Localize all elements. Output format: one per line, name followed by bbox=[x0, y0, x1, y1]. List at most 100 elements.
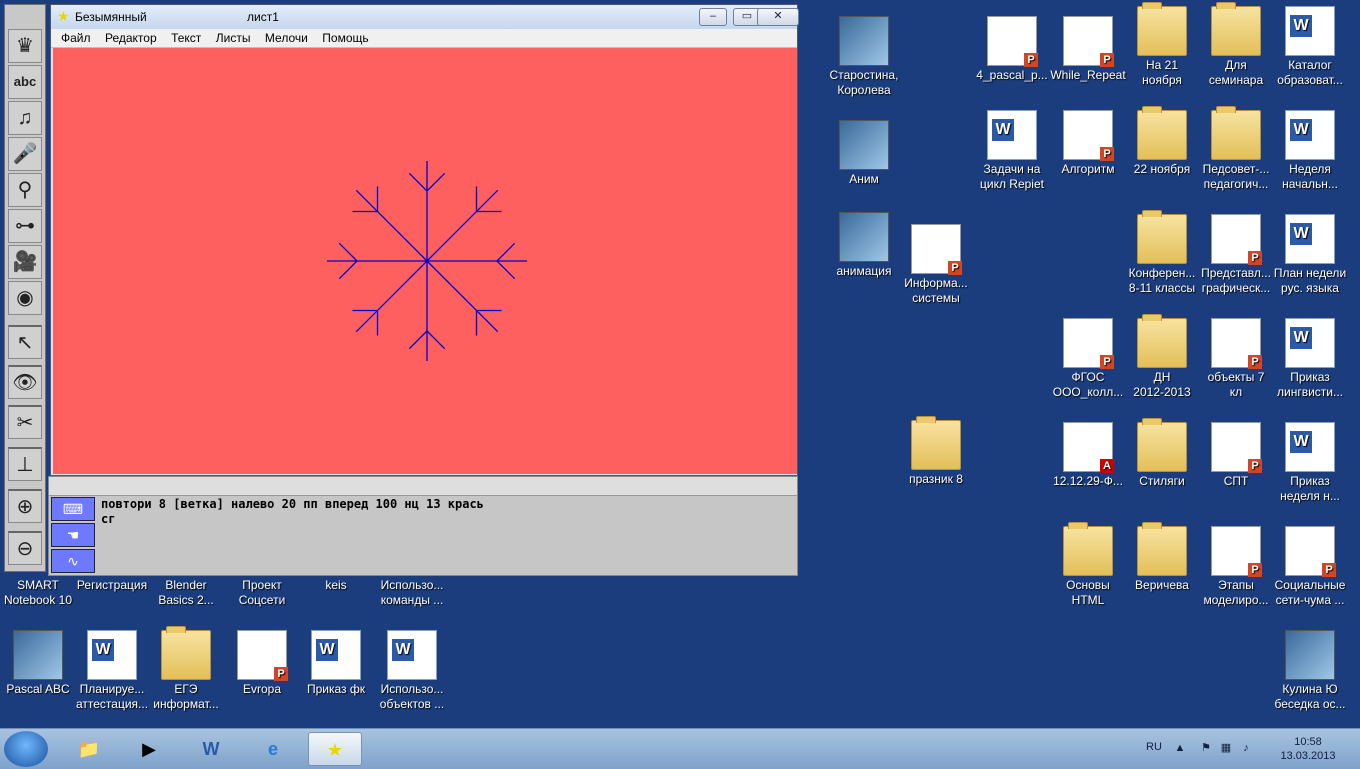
desktop-icon[interactable]: Аним bbox=[826, 120, 902, 187]
desktop-icon[interactable]: Социальные сети-чума ... bbox=[1272, 526, 1348, 608]
microphone-icon[interactable]: 🎤 bbox=[8, 137, 42, 171]
desktop-icon[interactable]: 12.12.29-Ф... bbox=[1050, 422, 1126, 489]
word-icon[interactable]: W bbox=[184, 732, 238, 766]
desktop-icon[interactable]: Задачи на цикл Repiet bbox=[974, 110, 1050, 192]
desktop-icon[interactable]: На 21 ноября bbox=[1124, 2, 1200, 88]
desktop-icon[interactable]: План недели рус. языка bbox=[1272, 214, 1348, 296]
wdoc-icon bbox=[87, 630, 137, 680]
desktop-icon[interactable]: Этапы моделиро... bbox=[1198, 526, 1274, 608]
desktop-icon[interactable]: празник 8 bbox=[898, 416, 974, 487]
flag-icon[interactable]: ⚑ bbox=[1200, 742, 1212, 754]
menu-text[interactable]: Текст bbox=[171, 29, 201, 47]
zoom-in-icon[interactable]: ⊕ bbox=[8, 489, 42, 523]
desktop-icon[interactable]: Pascal ABC bbox=[0, 630, 76, 697]
scissors-icon[interactable]: ✂ bbox=[8, 405, 42, 439]
desktop-icon[interactable]: While_Repeat bbox=[1050, 16, 1126, 83]
desktop-icon-label: Веричева bbox=[1135, 578, 1189, 592]
desktop-icon[interactable]: Веричева bbox=[1124, 522, 1200, 593]
zoom-out-icon[interactable]: ⊖ bbox=[8, 531, 42, 565]
abc-text-icon[interactable]: abc bbox=[8, 65, 42, 99]
keyboard-icon[interactable]: ⌨ bbox=[51, 497, 95, 521]
desktop-icon[interactable]: Проект Соцсети bbox=[224, 578, 300, 608]
drawing-canvas[interactable] bbox=[53, 48, 797, 474]
desktop-icon[interactable]: Blender Basics 2... bbox=[148, 578, 224, 608]
menu-trifles[interactable]: Мелочи bbox=[265, 29, 308, 47]
desktop-icon-label: Основы HTML bbox=[1066, 578, 1110, 607]
desktop-icon[interactable]: Основы HTML bbox=[1050, 522, 1126, 608]
desktop-icon[interactable]: ЕГЭ информат... bbox=[148, 626, 224, 712]
menu-help[interactable]: Помощь bbox=[322, 29, 368, 47]
wave-icon[interactable]: ∿ bbox=[51, 549, 95, 573]
desktop-icon-label: Старостина, Королева bbox=[829, 68, 899, 97]
stamp-icon[interactable]: ⊥ bbox=[8, 447, 42, 481]
explorer-icon[interactable]: 📁 bbox=[62, 732, 116, 766]
volume-icon[interactable]: ♪ bbox=[1240, 742, 1252, 754]
desktop-icon[interactable]: Каталог образоват... bbox=[1272, 6, 1348, 88]
desktop-icon[interactable]: 22 ноября bbox=[1124, 106, 1200, 177]
cd-music-icon[interactable]: ◉ bbox=[8, 281, 42, 315]
desktop-icon[interactable]: ФГОС ООО_колл... bbox=[1050, 318, 1126, 400]
start-button[interactable] bbox=[4, 731, 48, 767]
hand-icon[interactable]: ☚ bbox=[51, 523, 95, 547]
desktop-icon[interactable]: keis bbox=[298, 578, 374, 593]
desktop-icon-label: Представл... графическ... bbox=[1201, 266, 1271, 295]
pointer-arrow-icon[interactable]: ↖ bbox=[8, 325, 42, 359]
desktop-icon-label: Неделя начальн... bbox=[1282, 162, 1338, 191]
command-input[interactable]: повтори 8 [ветка] налево 20 пп вперед 10… bbox=[101, 497, 484, 527]
desktop-icon[interactable]: Evropa bbox=[224, 630, 300, 697]
desktop-icon[interactable]: Стиляги bbox=[1124, 418, 1200, 489]
snowflake-barb bbox=[496, 242, 516, 262]
show-hidden-icon[interactable]: ▲ bbox=[1174, 742, 1186, 754]
desktop-icon-label: План недели рус. языка bbox=[1273, 266, 1347, 295]
desktop-icon[interactable]: Планируе... аттестация... bbox=[74, 630, 150, 712]
desktop-icon[interactable]: Представл... графическ... bbox=[1198, 214, 1274, 296]
minimize-button[interactable]: ‒ bbox=[699, 8, 727, 26]
language-indicator[interactable]: RU bbox=[1146, 741, 1162, 753]
desktop-icon[interactable]: объекты 7 кл bbox=[1198, 318, 1274, 400]
slider-icon[interactable]: ⊶ bbox=[8, 209, 42, 243]
media-player-icon[interactable]: ▶ bbox=[122, 732, 176, 766]
clock[interactable]: 10:58 13.03.2013 bbox=[1278, 735, 1338, 763]
snowflake-barb bbox=[496, 260, 516, 280]
desktop-icon[interactable]: Приказ фк bbox=[298, 630, 374, 697]
desktop-icon[interactable]: Использо... объектов ... bbox=[374, 630, 450, 712]
menu-editor[interactable]: Редактор bbox=[105, 29, 157, 47]
turtle-icon[interactable]: ♛ bbox=[8, 29, 42, 63]
desktop-icon[interactable]: Для семинара bbox=[1198, 2, 1274, 88]
desktop-icon-label: Приказ лингвисти... bbox=[1277, 370, 1343, 399]
imgthumb-icon bbox=[839, 16, 889, 66]
desktop-icon[interactable]: Использо... команды ... bbox=[374, 578, 450, 608]
desktop-icon[interactable]: ДН 2012-2013 bbox=[1124, 314, 1200, 400]
desktop-icon-label: Этапы моделиро... bbox=[1203, 578, 1269, 607]
desktop-icon[interactable]: Приказ неделя н... bbox=[1272, 422, 1348, 504]
internet-explorer-icon[interactable]: e bbox=[246, 732, 300, 766]
desktop-icon[interactable]: Педсовет-... педагогич... bbox=[1198, 106, 1274, 192]
desktop-icon[interactable]: Старостина, Королева bbox=[826, 16, 902, 98]
satellite-dish-icon[interactable]: ⚲ bbox=[8, 173, 42, 207]
desktop-icon-label: Конферен... 8-11 классы bbox=[1128, 266, 1196, 295]
close-button[interactable]: ✕ bbox=[757, 8, 799, 26]
title-bar[interactable]: ★ Безымянный лист1 ‒ ▭ ✕ bbox=[51, 5, 799, 29]
desktop-icon[interactable]: Конферен... 8-11 классы bbox=[1124, 210, 1200, 296]
desktop-icon[interactable]: 4_pascal_p... bbox=[974, 16, 1050, 83]
eye-icon[interactable]: 👁 bbox=[8, 365, 42, 399]
desktop-icon[interactable]: Регистрация bbox=[74, 578, 150, 593]
desktop-icon[interactable]: SMART Notebook 10 bbox=[0, 578, 76, 608]
desktop-icon[interactable]: СПТ bbox=[1198, 422, 1274, 489]
pres-icon bbox=[987, 16, 1038, 67]
desktop-icon[interactable]: анимация bbox=[826, 212, 902, 279]
desktop-icon-label: Использо... команды ... bbox=[380, 578, 444, 607]
movie-camera-icon[interactable]: 🎥 bbox=[8, 245, 42, 279]
desktop-icon[interactable]: Информа... системы bbox=[898, 224, 974, 306]
desktop-icon[interactable]: Алгоритм bbox=[1050, 110, 1126, 177]
desktop-icon[interactable]: Кулина Ю беседка ос... bbox=[1272, 630, 1348, 712]
menu-file[interactable]: Файл bbox=[61, 29, 91, 47]
pres-icon bbox=[1211, 318, 1262, 369]
desktop-icon[interactable]: Неделя начальн... bbox=[1272, 110, 1348, 192]
menu-sheets[interactable]: Листы bbox=[216, 29, 251, 47]
logo-world-icon[interactable]: ★ bbox=[308, 732, 362, 766]
desktop-icon-label: Каталог образоват... bbox=[1277, 58, 1343, 87]
network-icon[interactable]: ▦ bbox=[1220, 742, 1232, 754]
desktop-icon[interactable]: Приказ лингвисти... bbox=[1272, 318, 1348, 400]
music-note-icon[interactable]: ♫ bbox=[8, 101, 42, 135]
